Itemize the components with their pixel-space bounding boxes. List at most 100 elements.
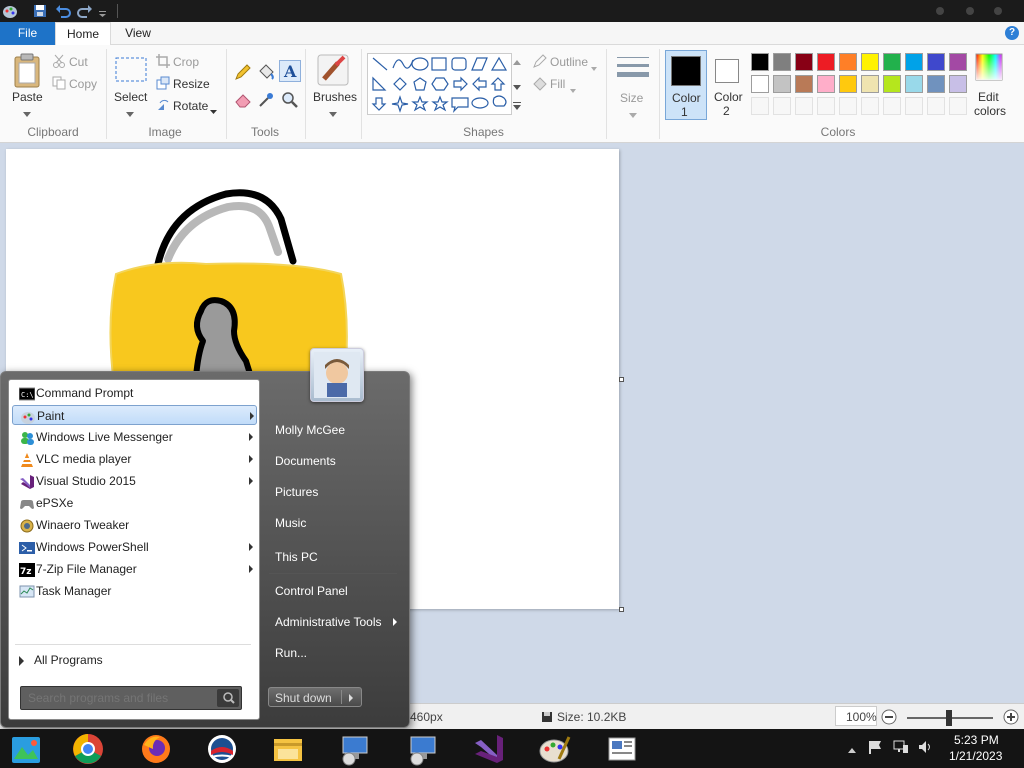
- custom-color-slot[interactable]: [927, 97, 945, 115]
- submenu-arrow-icon[interactable]: [249, 565, 253, 573]
- custom-color-slot[interactable]: [861, 97, 879, 115]
- show-hidden-icons[interactable]: [848, 743, 856, 757]
- start-link-documents[interactable]: Documents: [275, 454, 336, 468]
- size-icon[interactable]: [616, 55, 650, 88]
- color-swatch[interactable]: [795, 75, 813, 93]
- chrome-icon[interactable]: [70, 731, 106, 767]
- color-picker-icon[interactable]: [257, 91, 275, 112]
- gallery-more-icon[interactable]: [513, 100, 521, 114]
- color-swatch[interactable]: [927, 53, 945, 71]
- program-item[interactable]: Task Manager: [12, 581, 257, 601]
- crop-button[interactable]: Crop: [173, 55, 199, 69]
- color-swatch[interactable]: [751, 53, 769, 71]
- gallery-scroll-down-icon[interactable]: [513, 80, 521, 94]
- custom-color-slot[interactable]: [839, 97, 857, 115]
- brushes-icon[interactable]: [316, 53, 350, 90]
- custom-color-slot[interactable]: [905, 97, 923, 115]
- color-swatch[interactable]: [905, 53, 923, 71]
- close-button[interactable]: [994, 7, 1002, 15]
- start-link-administrative-tools[interactable]: Administrative Tools: [275, 615, 382, 629]
- fill-button[interactable]: Fill: [550, 77, 565, 91]
- redo-icon[interactable]: [77, 3, 93, 19]
- select-button[interactable]: Select: [114, 90, 147, 104]
- chevron-down-icon[interactable]: [570, 82, 576, 96]
- custom-color-slot[interactable]: [795, 97, 813, 115]
- program-item[interactable]: VLC media player: [12, 449, 257, 469]
- visual-studio-icon[interactable]: [471, 731, 507, 767]
- chevron-down-icon[interactable]: [210, 104, 217, 118]
- color-swatch[interactable]: [949, 75, 967, 93]
- volume-icon[interactable]: [918, 740, 934, 757]
- color-swatch[interactable]: [817, 53, 835, 71]
- chevron-down-icon[interactable]: [329, 107, 337, 121]
- pencil-icon[interactable]: [234, 63, 252, 84]
- search-icon[interactable]: [217, 689, 239, 707]
- custom-color-slot[interactable]: [773, 97, 791, 115]
- color-swatch[interactable]: [839, 53, 857, 71]
- paint-icon[interactable]: [537, 731, 573, 767]
- color2-button[interactable]: Color 2: [708, 50, 748, 120]
- customize-quick-access-icon[interactable]: [98, 3, 114, 19]
- zoom-slider-thumb[interactable]: [946, 710, 952, 726]
- color-swatch[interactable]: [773, 75, 791, 93]
- undo-icon[interactable]: [55, 3, 71, 19]
- outline-button[interactable]: Outline: [550, 55, 588, 69]
- color-swatch[interactable]: [839, 75, 857, 93]
- firefox-icon[interactable]: [138, 731, 174, 767]
- shapes-gallery[interactable]: [367, 53, 512, 115]
- maximize-button[interactable]: [966, 7, 974, 15]
- color-swatch[interactable]: [751, 75, 769, 93]
- flag-icon[interactable]: [868, 740, 882, 757]
- submenu-arrow-icon[interactable]: [393, 618, 397, 626]
- copy-button[interactable]: Copy: [69, 77, 97, 91]
- start-link-music[interactable]: Music: [275, 516, 306, 530]
- zoom-out-button[interactable]: [881, 709, 897, 728]
- help-icon[interactable]: ?: [1005, 26, 1019, 40]
- color-swatch[interactable]: [905, 75, 923, 93]
- color-swatch[interactable]: [795, 53, 813, 71]
- start-link-molly-mcgee[interactable]: Molly McGee: [275, 423, 345, 437]
- rotate-button[interactable]: Rotate: [173, 99, 208, 113]
- color1-button[interactable]: Color 1: [665, 50, 707, 120]
- start-link-pictures[interactable]: Pictures: [275, 485, 318, 499]
- program-item[interactable]: Visual Studio 2015: [12, 471, 257, 491]
- submenu-arrow-icon[interactable]: [249, 477, 253, 485]
- custom-color-slot[interactable]: [883, 97, 901, 115]
- magnifier-icon[interactable]: [281, 91, 299, 112]
- network-tool-icon[interactable]: [405, 731, 441, 767]
- resize-button[interactable]: Resize: [173, 77, 210, 91]
- tab-home[interactable]: Home: [55, 22, 111, 45]
- size-button[interactable]: Size: [620, 91, 643, 105]
- clock-time[interactable]: 5:23 PM: [954, 733, 999, 747]
- obama-logo-icon[interactable]: [204, 731, 240, 767]
- resize-handle-right[interactable]: [619, 377, 624, 382]
- custom-color-slot[interactable]: [751, 97, 769, 115]
- tab-file[interactable]: File: [0, 22, 55, 45]
- shutdown-button[interactable]: Shut down: [268, 687, 362, 707]
- search-input[interactable]: [24, 689, 212, 707]
- color-swatch[interactable]: [883, 75, 901, 93]
- save-icon[interactable]: [32, 3, 48, 19]
- submenu-arrow-icon[interactable]: [249, 455, 253, 463]
- paste-button[interactable]: [12, 53, 42, 92]
- program-item[interactable]: ePSXe: [12, 493, 257, 513]
- custom-color-slot[interactable]: [949, 97, 967, 115]
- color-swatch[interactable]: [949, 53, 967, 71]
- chevron-down-icon[interactable]: [126, 107, 134, 121]
- color-swatch[interactable]: [817, 75, 835, 93]
- color-swatch[interactable]: [861, 75, 879, 93]
- program-item[interactable]: 7z 7-Zip File Manager: [12, 559, 257, 579]
- submenu-arrow-icon[interactable]: [249, 433, 253, 441]
- tab-view[interactable]: View: [111, 22, 165, 45]
- clock-date[interactable]: 1/21/2023: [949, 749, 1002, 763]
- color-swatch[interactable]: [927, 75, 945, 93]
- eraser-icon[interactable]: [234, 91, 252, 112]
- document-icon[interactable]: [604, 731, 640, 767]
- color-swatch[interactable]: [773, 53, 791, 71]
- chevron-down-icon[interactable]: [23, 107, 31, 121]
- program-item[interactable]: Windows Live Messenger: [12, 427, 257, 447]
- text-tool-icon[interactable]: A: [279, 60, 301, 82]
- zoom-in-button[interactable]: [1003, 709, 1019, 728]
- network-tool-icon[interactable]: [337, 731, 373, 767]
- resize-handle-corner[interactable]: [619, 607, 624, 612]
